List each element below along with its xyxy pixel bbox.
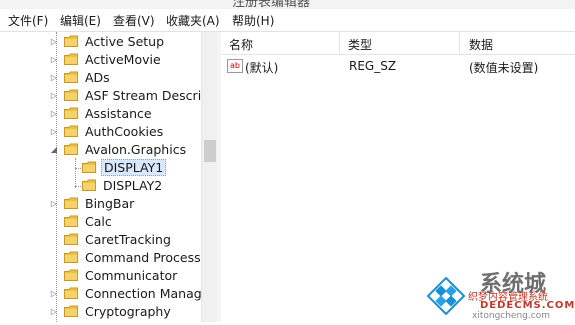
- expand-arrow-icon[interactable]: ◢: [50, 145, 58, 154]
- folder-icon: [64, 215, 78, 227]
- string-value-icon: ab: [227, 59, 243, 73]
- tree-item[interactable]: DISPLAY2: [82, 176, 164, 194]
- folder-icon: [64, 251, 78, 263]
- tree-item[interactable]: ▷ Assistance: [50, 104, 154, 122]
- tree-scrollbar[interactable]: [201, 32, 218, 322]
- folder-icon: [64, 233, 78, 245]
- folder-icon: [64, 53, 78, 65]
- column-data[interactable]: 数据: [469, 36, 493, 53]
- tree-item[interactable]: ▷ ADs: [50, 68, 112, 86]
- tree-item[interactable]: ▷ BingBar: [50, 194, 136, 212]
- list-header: 名称 类型 数据: [221, 32, 575, 55]
- tree-item-label: CaretTracking: [85, 231, 171, 247]
- menu-bar: 文件(F) 编辑(E) 查看(V) 收藏夹(A) 帮助(H): [0, 9, 575, 32]
- tree-item[interactable]: ▷ ASF Stream Descrip: [50, 86, 201, 104]
- watermark: 系统城 织梦内容管理系统 DEDECMS.COM xitongcheng.com: [418, 268, 575, 322]
- folder-icon: [64, 89, 78, 101]
- tree-item-label: Assistance: [85, 105, 152, 121]
- folder-icon: [82, 179, 96, 191]
- menu-favorites[interactable]: 收藏夹(A): [166, 12, 220, 29]
- tree-item[interactable]: Communicator: [50, 266, 179, 284]
- expand-arrow-icon[interactable]: ▷: [50, 199, 58, 208]
- tree-item-label: DISPLAY1: [101, 158, 167, 176]
- value-name: (默认): [245, 61, 279, 75]
- expand-arrow-icon[interactable]: ▷: [50, 55, 58, 64]
- tree-item[interactable]: Command Processo: [50, 248, 201, 266]
- tree-item[interactable]: DISPLAY1: [82, 158, 167, 176]
- value-row[interactable]: ab (默认) REG_SZ (数值未设置): [221, 56, 575, 76]
- folder-icon: [64, 71, 78, 83]
- folder-icon: [82, 161, 96, 173]
- tree-item-label: Communicator: [85, 267, 178, 283]
- expand-arrow-icon[interactable]: ▷: [50, 307, 58, 316]
- tree-item[interactable]: ▷ Active Setup: [50, 32, 166, 50]
- menu-help[interactable]: 帮助(H): [232, 12, 274, 29]
- folder-icon: [64, 269, 78, 281]
- menu-view[interactable]: 查看(V): [113, 12, 155, 29]
- folder-icon: [64, 305, 78, 317]
- tree-item-label: DISPLAY2: [103, 177, 163, 193]
- expand-arrow-icon[interactable]: ▷: [50, 127, 58, 136]
- tree-item-label: ActiveMovie: [85, 51, 161, 67]
- folder-icon: [64, 143, 78, 155]
- expand-arrow-icon[interactable]: ▷: [50, 91, 58, 100]
- tree-item-label: Command Processo: [85, 249, 201, 265]
- tree-item-label: Connection Manage: [85, 285, 201, 301]
- tree-item-label: Active Setup: [85, 33, 165, 49]
- tree-item-label: AuthCookies: [85, 123, 164, 139]
- expand-arrow-icon[interactable]: ▷: [50, 73, 58, 82]
- column-type[interactable]: 类型: [348, 36, 372, 53]
- tree-item[interactable]: ▷ Cryptography: [50, 302, 173, 320]
- column-name[interactable]: 名称: [229, 36, 253, 53]
- column-divider[interactable]: [459, 32, 460, 54]
- folder-icon: [64, 125, 78, 137]
- tree-item[interactable]: ▷ AuthCookies: [50, 122, 165, 140]
- menu-file[interactable]: 文件(F): [8, 12, 48, 29]
- column-divider[interactable]: [339, 32, 340, 54]
- window-title: 注册表编辑器: [232, 0, 311, 9]
- tree-guide-line: [75, 158, 76, 188]
- tree-item[interactable]: ▷ Connection Manage: [50, 284, 201, 302]
- expand-arrow-icon[interactable]: ▷: [50, 109, 58, 118]
- folder-icon: [64, 287, 78, 299]
- registry-tree[interactable]: ▷ Active Setup ▷ ActiveMovie ▷ ADs ▷ ASF Stream…: [0, 32, 201, 322]
- title-bar: 注册表编辑器: [0, 0, 575, 9]
- tree-item[interactable]: ▷ ActiveMovie: [50, 50, 163, 68]
- folder-icon: [64, 107, 78, 119]
- tree-item[interactable]: CaretTracking: [50, 230, 173, 248]
- menu-edit[interactable]: 编辑(E): [60, 12, 101, 29]
- tree-item-label: ADs: [85, 69, 110, 85]
- value-type: REG_SZ: [349, 59, 397, 73]
- value-data: (数值未设置): [469, 61, 539, 75]
- tree-item-label: Cryptography: [85, 303, 171, 319]
- folder-icon: [64, 197, 78, 209]
- folder-icon: [64, 35, 78, 47]
- watermark-url: xitongcheng.com: [472, 311, 550, 321]
- watermark-site-en: DEDECMS.COM: [480, 300, 575, 311]
- tree-item-label: BingBar: [85, 195, 135, 211]
- tree-item-label: ASF Stream Descrip: [85, 87, 201, 103]
- tree-item[interactable]: ◢ Avalon.Graphics: [50, 140, 188, 158]
- tree-item-label: Calc: [85, 213, 112, 229]
- scrollbar-thumb[interactable]: [204, 140, 216, 162]
- expand-arrow-icon[interactable]: ▷: [50, 289, 58, 298]
- expand-arrow-icon[interactable]: ▷: [50, 37, 58, 46]
- tree-item[interactable]: Calc: [50, 212, 114, 230]
- tree-item-label: Avalon.Graphics: [85, 141, 187, 157]
